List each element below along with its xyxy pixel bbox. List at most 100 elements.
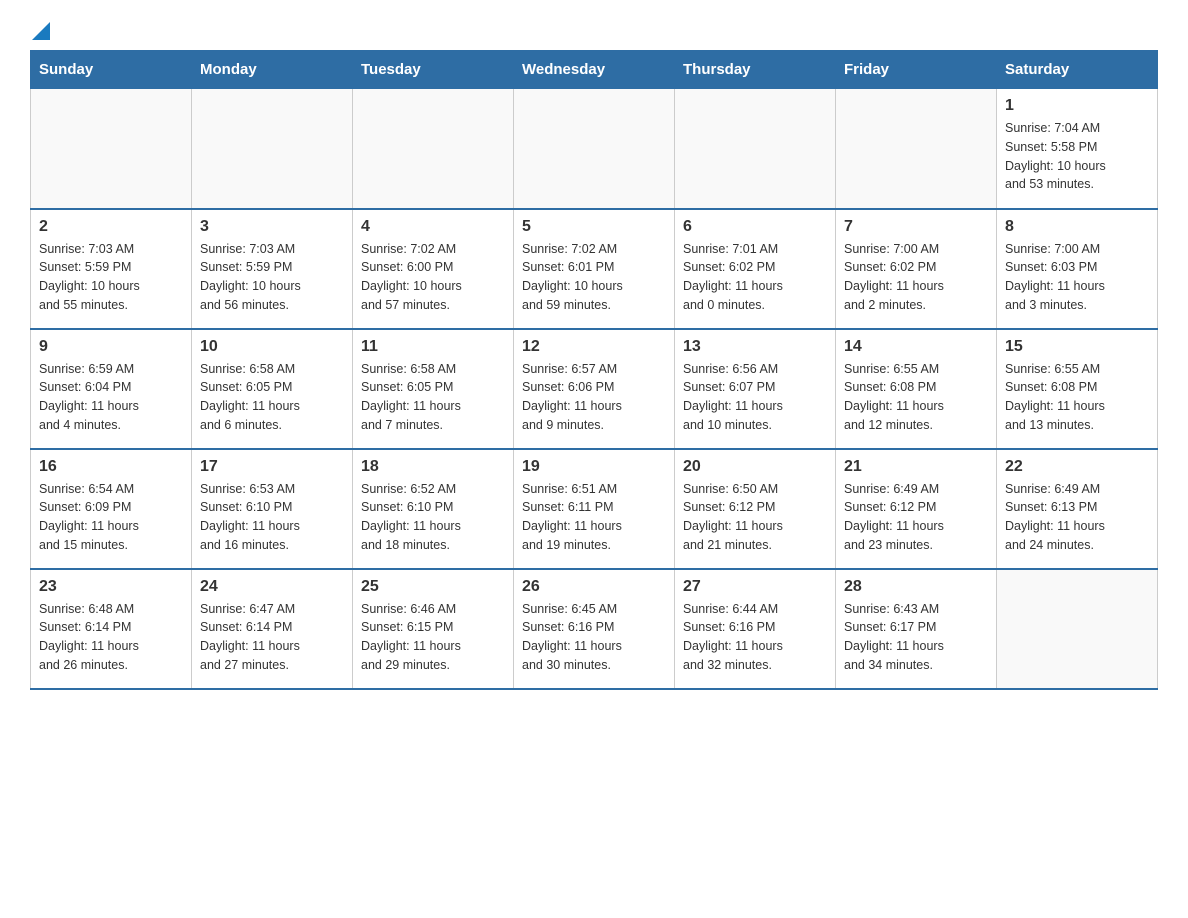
calendar-cell — [31, 89, 192, 209]
calendar-cell: 19 Sunrise: 6:51 AM Sunset: 6:11 PM Dayli… — [514, 449, 675, 569]
day-info: Sunrise: 6:47 AM Sunset: 6:14 PM Dayligh… — [200, 600, 344, 675]
calendar-cell: 4 Sunrise: 7:02 AM Sunset: 6:00 PM Daylig… — [353, 209, 514, 329]
day-info: Sunrise: 7:00 AM Sunset: 6:02 PM Dayligh… — [844, 240, 988, 315]
calendar-cell: 1 Sunrise: 7:04 AM Sunset: 5:58 PM Daylig… — [997, 89, 1158, 209]
day-number: 10 — [200, 338, 344, 356]
day-info: Sunrise: 7:04 AM Sunset: 5:58 PM Dayligh… — [1005, 119, 1149, 194]
day-info: Sunrise: 6:54 AM Sunset: 6:09 PM Dayligh… — [39, 480, 183, 555]
day-info: Sunrise: 6:49 AM Sunset: 6:13 PM Dayligh… — [1005, 480, 1149, 555]
day-number: 15 — [1005, 338, 1149, 356]
day-info: Sunrise: 6:52 AM Sunset: 6:10 PM Dayligh… — [361, 480, 505, 555]
calendar-cell: 21 Sunrise: 6:49 AM Sunset: 6:12 PM Dayli… — [836, 449, 997, 569]
calendar-header: SundayMondayTuesdayWednesdayThursdayFrid… — [31, 51, 1158, 89]
day-number: 24 — [200, 578, 344, 596]
calendar-cell — [997, 569, 1158, 689]
calendar-cell: 10 Sunrise: 6:58 AM Sunset: 6:05 PM Dayli… — [192, 329, 353, 449]
day-number: 8 — [1005, 218, 1149, 236]
logo — [30, 20, 50, 40]
day-info: Sunrise: 6:49 AM Sunset: 6:12 PM Dayligh… — [844, 480, 988, 555]
day-number: 13 — [683, 338, 827, 356]
day-number: 18 — [361, 458, 505, 476]
day-info: Sunrise: 6:58 AM Sunset: 6:05 PM Dayligh… — [361, 360, 505, 435]
day-info: Sunrise: 6:44 AM Sunset: 6:16 PM Dayligh… — [683, 600, 827, 675]
day-info: Sunrise: 6:46 AM Sunset: 6:15 PM Dayligh… — [361, 600, 505, 675]
weekday-header-saturday: Saturday — [997, 51, 1158, 89]
calendar-cell: 27 Sunrise: 6:44 AM Sunset: 6:16 PM Dayli… — [675, 569, 836, 689]
weekday-header-sunday: Sunday — [31, 51, 192, 89]
day-number: 2 — [39, 218, 183, 236]
calendar-cell — [353, 89, 514, 209]
calendar-cell: 17 Sunrise: 6:53 AM Sunset: 6:10 PM Dayli… — [192, 449, 353, 569]
day-number: 4 — [361, 218, 505, 236]
day-number: 9 — [39, 338, 183, 356]
day-number: 25 — [361, 578, 505, 596]
day-info: Sunrise: 6:55 AM Sunset: 6:08 PM Dayligh… — [1005, 360, 1149, 435]
day-number: 5 — [522, 218, 666, 236]
calendar-cell: 20Sunrise: 6:50 AM Sunset: 6:12 PM Dayli… — [675, 449, 836, 569]
day-info: Sunrise: 7:03 AM Sunset: 5:59 PM Dayligh… — [39, 240, 183, 315]
day-number: 27 — [683, 578, 827, 596]
weekday-header-thursday: Thursday — [675, 51, 836, 89]
weekday-header-wednesday: Wednesday — [514, 51, 675, 89]
day-info: Sunrise: 6:51 AM Sunset: 6:11 PM Dayligh… — [522, 480, 666, 555]
calendar-cell: 25 Sunrise: 6:46 AM Sunset: 6:15 PM Dayli… — [353, 569, 514, 689]
day-number: 14 — [844, 338, 988, 356]
day-info: Sunrise: 6:55 AM Sunset: 6:08 PM Dayligh… — [844, 360, 988, 435]
day-info: Sunrise: 7:03 AM Sunset: 5:59 PM Dayligh… — [200, 240, 344, 315]
calendar-cell — [675, 89, 836, 209]
calendar-week-row: 9 Sunrise: 6:59 AM Sunset: 6:04 PM Daylig… — [31, 329, 1158, 449]
weekday-header-friday: Friday — [836, 51, 997, 89]
day-number: 21 — [844, 458, 988, 476]
weekday-header-row: SundayMondayTuesdayWednesdayThursdayFrid… — [31, 51, 1158, 89]
day-info: Sunrise: 7:02 AM Sunset: 6:00 PM Dayligh… — [361, 240, 505, 315]
day-info: Sunrise: 6:45 AM Sunset: 6:16 PM Dayligh… — [522, 600, 666, 675]
calendar-cell — [192, 89, 353, 209]
calendar-body: 1 Sunrise: 7:04 AM Sunset: 5:58 PM Daylig… — [31, 89, 1158, 689]
day-number: 19 — [522, 458, 666, 476]
calendar-cell: 12Sunrise: 6:57 AM Sunset: 6:06 PM Dayli… — [514, 329, 675, 449]
calendar-cell — [514, 89, 675, 209]
day-info: Sunrise: 7:00 AM Sunset: 6:03 PM Dayligh… — [1005, 240, 1149, 315]
calendar-cell: 15 Sunrise: 6:55 AM Sunset: 6:08 PM Dayli… — [997, 329, 1158, 449]
calendar-cell: 22 Sunrise: 6:49 AM Sunset: 6:13 PM Dayli… — [997, 449, 1158, 569]
day-number: 1 — [1005, 97, 1149, 115]
day-info: Sunrise: 6:58 AM Sunset: 6:05 PM Dayligh… — [200, 360, 344, 435]
calendar-cell: 13 Sunrise: 6:56 AM Sunset: 6:07 PM Dayli… — [675, 329, 836, 449]
day-info: Sunrise: 6:43 AM Sunset: 6:17 PM Dayligh… — [844, 600, 988, 675]
day-number: 20 — [683, 458, 827, 476]
page-header — [30, 20, 1158, 40]
calendar-cell: 5 Sunrise: 7:02 AM Sunset: 6:01 PM Daylig… — [514, 209, 675, 329]
calendar-cell: 3Sunrise: 7:03 AM Sunset: 5:59 PM Daylig… — [192, 209, 353, 329]
logo-triangle-icon — [32, 22, 50, 40]
day-number: 12 — [522, 338, 666, 356]
day-number: 28 — [844, 578, 988, 596]
calendar-cell: 14 Sunrise: 6:55 AM Sunset: 6:08 PM Dayli… — [836, 329, 997, 449]
calendar-cell: 16 Sunrise: 6:54 AM Sunset: 6:09 PM Dayli… — [31, 449, 192, 569]
day-number: 17 — [200, 458, 344, 476]
day-info: Sunrise: 6:59 AM Sunset: 6:04 PM Dayligh… — [39, 360, 183, 435]
day-number: 11 — [361, 338, 505, 356]
day-number: 22 — [1005, 458, 1149, 476]
day-info: Sunrise: 7:02 AM Sunset: 6:01 PM Dayligh… — [522, 240, 666, 315]
calendar-cell: 7 Sunrise: 7:00 AM Sunset: 6:02 PM Daylig… — [836, 209, 997, 329]
calendar-cell: 24 Sunrise: 6:47 AM Sunset: 6:14 PM Dayli… — [192, 569, 353, 689]
calendar-cell: 18 Sunrise: 6:52 AM Sunset: 6:10 PM Dayli… — [353, 449, 514, 569]
day-info: Sunrise: 6:56 AM Sunset: 6:07 PM Dayligh… — [683, 360, 827, 435]
day-number: 6 — [683, 218, 827, 236]
calendar-cell — [836, 89, 997, 209]
calendar-week-row: 16 Sunrise: 6:54 AM Sunset: 6:09 PM Dayli… — [31, 449, 1158, 569]
day-info: Sunrise: 6:48 AM Sunset: 6:14 PM Dayligh… — [39, 600, 183, 675]
day-number: 26 — [522, 578, 666, 596]
calendar-table: SundayMondayTuesdayWednesdayThursdayFrid… — [30, 50, 1158, 690]
day-number: 7 — [844, 218, 988, 236]
calendar-cell: 26 Sunrise: 6:45 AM Sunset: 6:16 PM Dayli… — [514, 569, 675, 689]
calendar-cell: 11 Sunrise: 6:58 AM Sunset: 6:05 PM Dayli… — [353, 329, 514, 449]
calendar-cell: 6Sunrise: 7:01 AM Sunset: 6:02 PM Daylig… — [675, 209, 836, 329]
calendar-week-row: 1 Sunrise: 7:04 AM Sunset: 5:58 PM Daylig… — [31, 89, 1158, 209]
calendar-week-row: 2 Sunrise: 7:03 AM Sunset: 5:59 PM Daylig… — [31, 209, 1158, 329]
weekday-header-monday: Monday — [192, 51, 353, 89]
weekday-header-tuesday: Tuesday — [353, 51, 514, 89]
calendar-cell: 28 Sunrise: 6:43 AM Sunset: 6:17 PM Dayli… — [836, 569, 997, 689]
day-number: 16 — [39, 458, 183, 476]
day-info: Sunrise: 6:53 AM Sunset: 6:10 PM Dayligh… — [200, 480, 344, 555]
